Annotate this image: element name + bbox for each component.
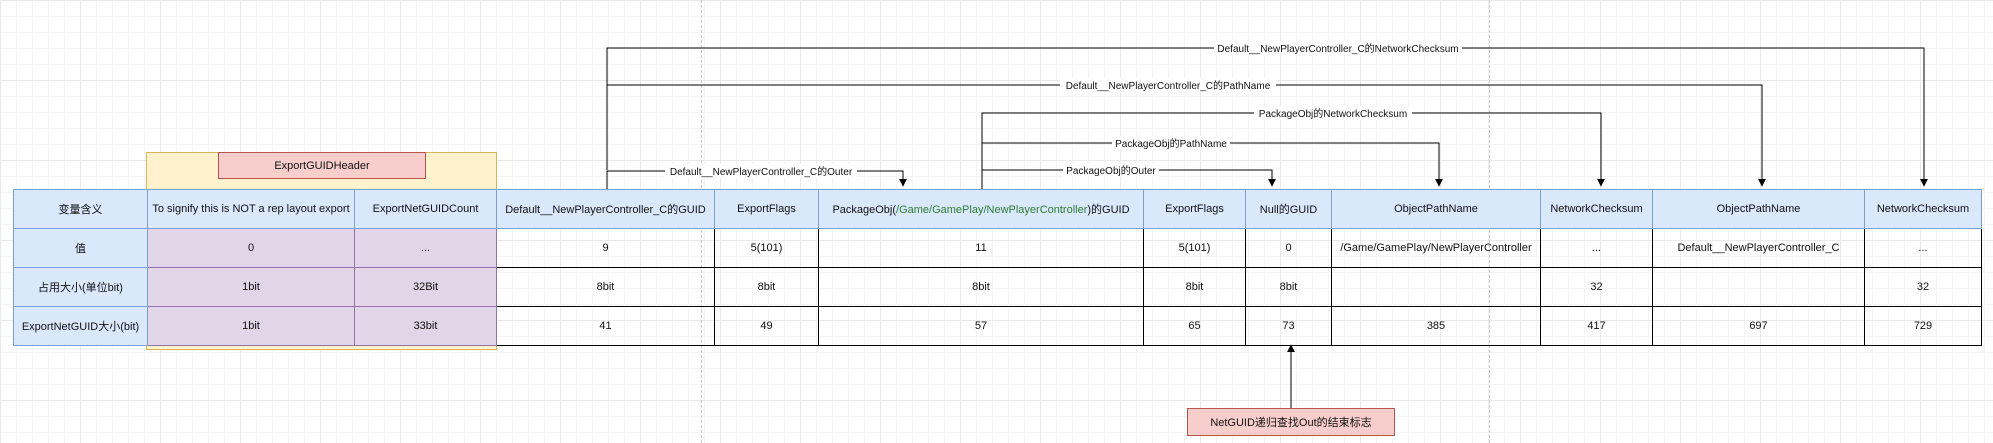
edge-label: PackageObj的PathName xyxy=(1115,137,1227,150)
connector-arrows: Default__NewPlayerController_C的NetworkCh… xyxy=(606,41,1928,408)
edge-label: Default__NewPlayerController_C的Outer xyxy=(670,165,853,178)
edge-label: Default__NewPlayerController_C的NetworkCh… xyxy=(1217,42,1458,55)
edge-label: Default__NewPlayerController_C的PathName xyxy=(1066,79,1271,92)
edge-label: PackageObj的NetworkChecksum xyxy=(1259,107,1407,120)
edge-label: PackageObj的Outer xyxy=(1066,164,1156,177)
